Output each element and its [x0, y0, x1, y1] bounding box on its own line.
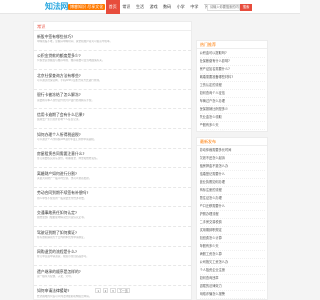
hot-item[interactable]: 工伤认定的流程	[199, 82, 265, 90]
article-title[interactable]: 驾驶证到期了如何换证?	[37, 230, 188, 235]
list-item[interactable]: 离婚财产如何进行分割? 夫妻共同财产一般平均分割，也可以协商处理。	[34, 168, 191, 188]
article-summary: 可以通过个人所得税APP进行年度汇算并申请退税。	[37, 137, 97, 141]
article-title[interactable]: 交通事故责任如何认定?	[37, 210, 188, 215]
hot-item[interactable]: 车辆过户怎么办理	[199, 98, 265, 106]
latest-item[interactable]: 劳动仲裁需要多长时间	[199, 147, 265, 155]
pagination: 1 2 3 下一页	[34, 288, 191, 293]
article-summary: 经济困难的公民可以向法律援助机构提出申请。	[37, 294, 92, 298]
article-title[interactable]: 信用卡逾期了会有什么后果?	[37, 112, 188, 117]
section-heading: 常识	[34, 22, 191, 31]
latest-item[interactable]: 加班费怎么计算	[199, 235, 265, 243]
list-item[interactable]: 劳动合同到期不续签有补偿吗? 用人单位不续签的一般需要支付经济补偿。	[34, 188, 191, 208]
latest-item[interactable]: 商标注册的流程	[199, 187, 265, 195]
article-title[interactable]: 网购退货的流程是什么?	[37, 249, 188, 254]
list-item[interactable]: 驾驶证到期了如何换证? 在有效期满前九十日内向车管所申请换证。	[34, 227, 191, 247]
list-item[interactable]: 如何办理个人所得税退税? 可以通过个人所得税APP进行年度汇算并申请退税。	[34, 129, 191, 149]
article-summary: 在订单页面申请退货，按提示寄回商品即可。	[37, 255, 89, 259]
article-summary: 需要携带本人身份证件到开户银行办理解冻手续。	[37, 98, 95, 102]
article-title[interactable]: 遗产继承的顺序是怎样的?	[37, 269, 188, 274]
latest-item[interactable]: 护照办理流程	[199, 211, 265, 219]
hot-item[interactable]: 公积金可以提取吗?	[199, 50, 265, 58]
latest-item[interactable]: 营业执照如何办理	[199, 179, 265, 187]
article-title[interactable]: 银行卡被冻结了怎么解冻?	[37, 92, 188, 97]
latest-item[interactable]: 公司拖欠工资怎么办	[199, 259, 265, 267]
latest-item[interactable]: 网络诈骗怎么报警	[199, 291, 265, 299]
latest-item[interactable]: 个人独资企业注册	[199, 267, 265, 275]
article-title[interactable]: 劳动合同到期不续签有补偿吗?	[37, 190, 188, 195]
page-link[interactable]: 2	[102, 288, 109, 293]
latest-item[interactable]: 居住证怎么办理	[199, 195, 265, 203]
list-item[interactable]: 房屋租赁合同需要注意什么? 签订前要核实房东身份，明确租金、押金和维修责任。	[34, 149, 191, 169]
hot-item[interactable]: 医保报销比例是多少	[199, 106, 265, 114]
hot-item[interactable]: 如何查询个人征信	[199, 90, 265, 98]
latest-item[interactable]: 欠钱不还怎么起诉	[199, 155, 265, 163]
nav-item[interactable]: 生活	[133, 0, 147, 14]
page-link[interactable]: 1	[95, 288, 102, 293]
latest-item[interactable]: 年假有多少天	[199, 243, 265, 251]
main-nav: 首页常识生活游戏数码小学中学下载	[106, 0, 215, 14]
article-summary: 签订前要核实房东身份，明确租金、押金和维修责任。	[37, 157, 100, 161]
latest-item[interactable]: 结婚登记需要什么	[199, 171, 265, 179]
article-list-panel: 常识 新股中签有哪些技巧? 申购新股不难，掌握好申购时间、资金和账户就可以提高中签…	[33, 21, 192, 300]
article-summary: 用人单位不续签的一般需要支付经济补偿。	[37, 196, 87, 200]
page-link[interactable]: 下一页	[117, 288, 130, 293]
hot-item[interactable]: 退休年龄怎么计算	[200, 130, 265, 131]
hot-item[interactable]: 失业金怎么领取	[199, 114, 265, 122]
latest-item[interactable]: 二手房交易税费	[199, 219, 265, 227]
nav-item[interactable]: 首页	[106, 0, 120, 14]
article-summary: 可以通过社保官网、手机APP以及柜台等方式进行查询。	[37, 78, 102, 82]
article-summary: 申购新股不难，掌握好申购时间、资金和账户就可以提高中签率。	[37, 39, 113, 43]
page-link[interactable]: 3	[109, 288, 116, 293]
page: 知法网 博睿知识 尽享文化 首页常识生活游戏数码小学中学下载 搜索 常识 新股中…	[0, 0, 300, 300]
hot-item[interactable]: 产假有多少天	[199, 122, 265, 130]
list-item[interactable]: 新股中签有哪些技巧? 申购新股不难，掌握好申购时间、资金和账户就可以提高中签率。	[34, 31, 191, 51]
list-item[interactable]: 公积金贷款的额度是多少? 公积金贷款额度与缴存年限、缴存基数以及当地政策有关。	[34, 51, 191, 71]
hot-list: 公积金可以提取吗? 社保断缴有什么影响? 房产证加名需要什么? 离婚需要准备哪些材料?…	[197, 49, 267, 131]
list-item[interactable]: 交通事故责任如何认定? 由交警部门根据现场情况出具责任认定书。	[34, 207, 191, 227]
latest-item[interactable]: 病假工资怎么算	[199, 251, 265, 259]
latest-item[interactable]: 户口迁移需要什么	[199, 203, 265, 211]
hot-heading: 热门推荐	[197, 41, 267, 49]
search-button[interactable]: 搜索	[240, 3, 252, 11]
latest-item[interactable]: 试用期辞职规定	[199, 227, 265, 235]
search-input[interactable]	[207, 3, 240, 11]
nav-item[interactable]: 中学	[188, 0, 202, 14]
site-tagline: 博睿知识 尽享文化	[68, 4, 106, 10]
article-summary: 夫妻共同财产一般平均分割，也可以协商处理。	[37, 176, 92, 180]
latest-item[interactable]: 如何查询违章	[199, 275, 265, 283]
latest-panel: 最新发布 劳动仲裁需要多长时间 欠钱不还怎么起诉 租房押金不退怎么办 结婚登记需要什么…	[196, 137, 268, 300]
hot-item[interactable]: 社保断缴有什么影响?	[199, 58, 265, 66]
article-list: 新股中签有哪些技巧? 申购新股不难，掌握好申购时间、资金和账户就可以提高中签率。公…	[34, 31, 191, 299]
latest-item[interactable]: 遗嘱的法律效力	[199, 283, 265, 291]
article-summary: 由交警部门根据现场情况出具责任认定书。	[37, 216, 87, 220]
article-summary: 逾期会产生罚息并影响个人征信记录。	[37, 118, 82, 122]
article-summary: 第一顺序为配偶、子女、父母。	[37, 274, 74, 278]
article-title[interactable]: 房屋租赁合同需要注意什么?	[37, 151, 188, 156]
nav-item[interactable]: 常识	[120, 0, 134, 14]
list-item[interactable]: 北京社保查询方法有哪些? 可以通过社保官网、手机APP以及柜台等方式进行查询。	[34, 70, 191, 90]
header-bar: 知法网 博睿知识 尽享文化 首页常识生活游戏数码小学中学下载 搜索	[0, 0, 300, 14]
hot-recommend-panel: 热门推荐 公积金可以提取吗? 社保断缴有什么影响? 房产证加名需要什么? 离婚需要准备…	[196, 40, 268, 132]
list-item[interactable]: 遗产继承的顺序是怎样的? 第一顺序为配偶、子女、父母。	[34, 266, 191, 286]
list-item[interactable]: 信用卡逾期了会有什么后果? 逾期会产生罚息并影响个人征信记录。	[34, 109, 191, 129]
article-title[interactable]: 如何办理个人所得税退税?	[37, 132, 188, 137]
site-logo[interactable]: 知法网	[45, 2, 68, 12]
latest-item[interactable]: 租房押金不退怎么办	[199, 163, 265, 171]
hot-item[interactable]: 房产证加名需要什么?	[199, 66, 265, 74]
article-title[interactable]: 北京社保查询方法有哪些?	[37, 73, 188, 78]
article-summary: 在有效期满前九十日内向车管所申请换证。	[37, 235, 87, 239]
article-title[interactable]: 新股中签有哪些技巧?	[37, 34, 188, 39]
article-title[interactable]: 公积金贷款的额度是多少?	[37, 53, 188, 58]
nav-item[interactable]: 游戏	[147, 0, 161, 14]
list-item[interactable]: 网购退货的流程是什么? 在订单页面申请退货，按提示寄回商品即可。	[34, 247, 191, 267]
hot-item[interactable]: 离婚需要准备哪些材料?	[199, 74, 265, 82]
article-title[interactable]: 离婚财产如何进行分割?	[37, 171, 188, 176]
list-item[interactable]: 银行卡被冻结了怎么解冻? 需要携带本人身份证件到开户银行办理解冻手续。	[34, 90, 191, 110]
nav-item[interactable]: 小学	[174, 0, 188, 14]
latest-heading: 最新发布	[197, 138, 267, 146]
article-summary: 公积金贷款额度与缴存年限、缴存基数以及当地政策有关。	[37, 59, 105, 63]
nav-item[interactable]: 数码	[160, 0, 174, 14]
latest-list: 劳动仲裁需要多长时间 欠钱不还怎么起诉 租房押金不退怎么办 结婚登记需要什么 营业执照如…	[197, 146, 267, 299]
